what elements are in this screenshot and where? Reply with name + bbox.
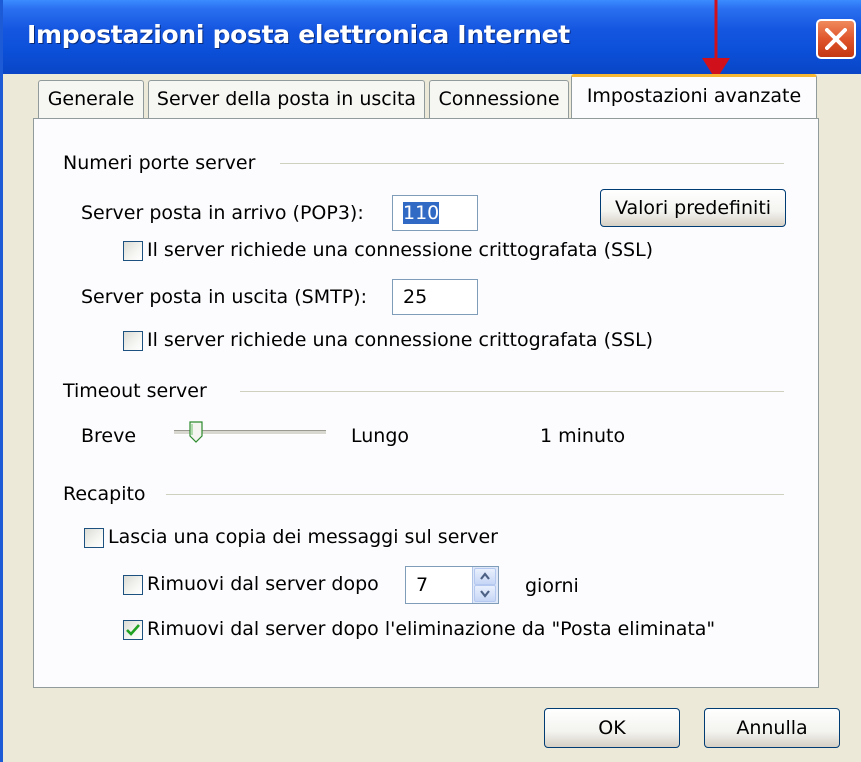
incoming-port-label: Server posta in arrivo (POP3):	[81, 202, 364, 224]
days-unit-label: giorni	[525, 575, 579, 597]
outgoing-ssl-checkbox[interactable]	[123, 331, 143, 351]
ports-group-divider	[280, 163, 784, 164]
outgoing-port-label: Server posta in uscita (SMTP):	[81, 286, 367, 308]
tab-panel: Numeri porte server Server posta in arri…	[33, 118, 819, 688]
chevron-up-icon	[480, 572, 490, 580]
chevron-down-icon	[480, 590, 490, 598]
timeout-long-label: Lungo	[351, 425, 410, 447]
timeout-group-title: Timeout server	[63, 380, 207, 402]
tab-label: Generale	[47, 88, 135, 110]
cancel-button-label: Annulla	[736, 717, 808, 739]
tab-connessione[interactable]: Connessione	[429, 80, 569, 118]
timeout-slider-thumb[interactable]	[189, 421, 203, 443]
cancel-button[interactable]: Annulla	[704, 708, 840, 748]
defaults-button[interactable]: Valori predefiniti	[600, 189, 786, 227]
ok-button-label: OK	[598, 717, 626, 739]
leave-copy-label: Lascia una copia dei messaggi sul server	[108, 526, 498, 548]
days-up-button[interactable]	[474, 568, 496, 585]
tab-impostazioni-avanzate[interactable]: Impostazioni avanzate	[571, 74, 817, 118]
remove-after-label: Rimuovi dal server dopo	[147, 573, 379, 595]
incoming-port-value: 110	[403, 202, 440, 224]
remove-deleted-checkbox[interactable]	[123, 620, 143, 640]
tab-label: Impostazioni avanzate	[586, 85, 802, 107]
days-spinner[interactable]: 7	[405, 566, 499, 604]
days-value: 7	[416, 574, 429, 596]
checkmark-icon	[126, 624, 140, 636]
remove-deleted-label: Rimuovi dal server dopo l'eliminazione d…	[147, 618, 716, 640]
delivery-group-divider	[166, 494, 784, 495]
timeout-value-text: 1 minuto	[540, 425, 626, 447]
days-down-button[interactable]	[474, 585, 496, 602]
ok-button[interactable]: OK	[544, 708, 680, 748]
tab-label: Connessione	[438, 88, 560, 110]
incoming-ssl-label: Il server richiede una connessione critt…	[147, 239, 654, 261]
delivery-group-title: Recapito	[63, 483, 146, 505]
defaults-button-label: Valori predefiniti	[614, 197, 772, 219]
tab-generale[interactable]: Generale	[38, 80, 144, 118]
remove-after-checkbox[interactable]	[123, 575, 143, 595]
dialog-window: Impostazioni posta elettronica Internet …	[0, 0, 861, 762]
tab-label: Server della posta in uscita	[156, 88, 417, 110]
timeout-group-divider	[240, 391, 784, 392]
days-spinner-buttons	[472, 567, 498, 603]
incoming-ssl-checkbox[interactable]	[123, 241, 143, 261]
tab-server-uscita[interactable]: Server della posta in uscita	[148, 80, 425, 118]
incoming-port-input[interactable]: 110	[392, 195, 478, 231]
outgoing-port-value: 25	[403, 286, 428, 308]
outgoing-ssl-label: Il server richiede una connessione critt…	[147, 329, 654, 351]
outgoing-port-input[interactable]: 25	[392, 279, 478, 315]
leave-copy-checkbox[interactable]	[84, 528, 104, 548]
timeout-short-label: Breve	[81, 425, 137, 447]
ports-group-title: Numeri porte server	[63, 152, 256, 174]
